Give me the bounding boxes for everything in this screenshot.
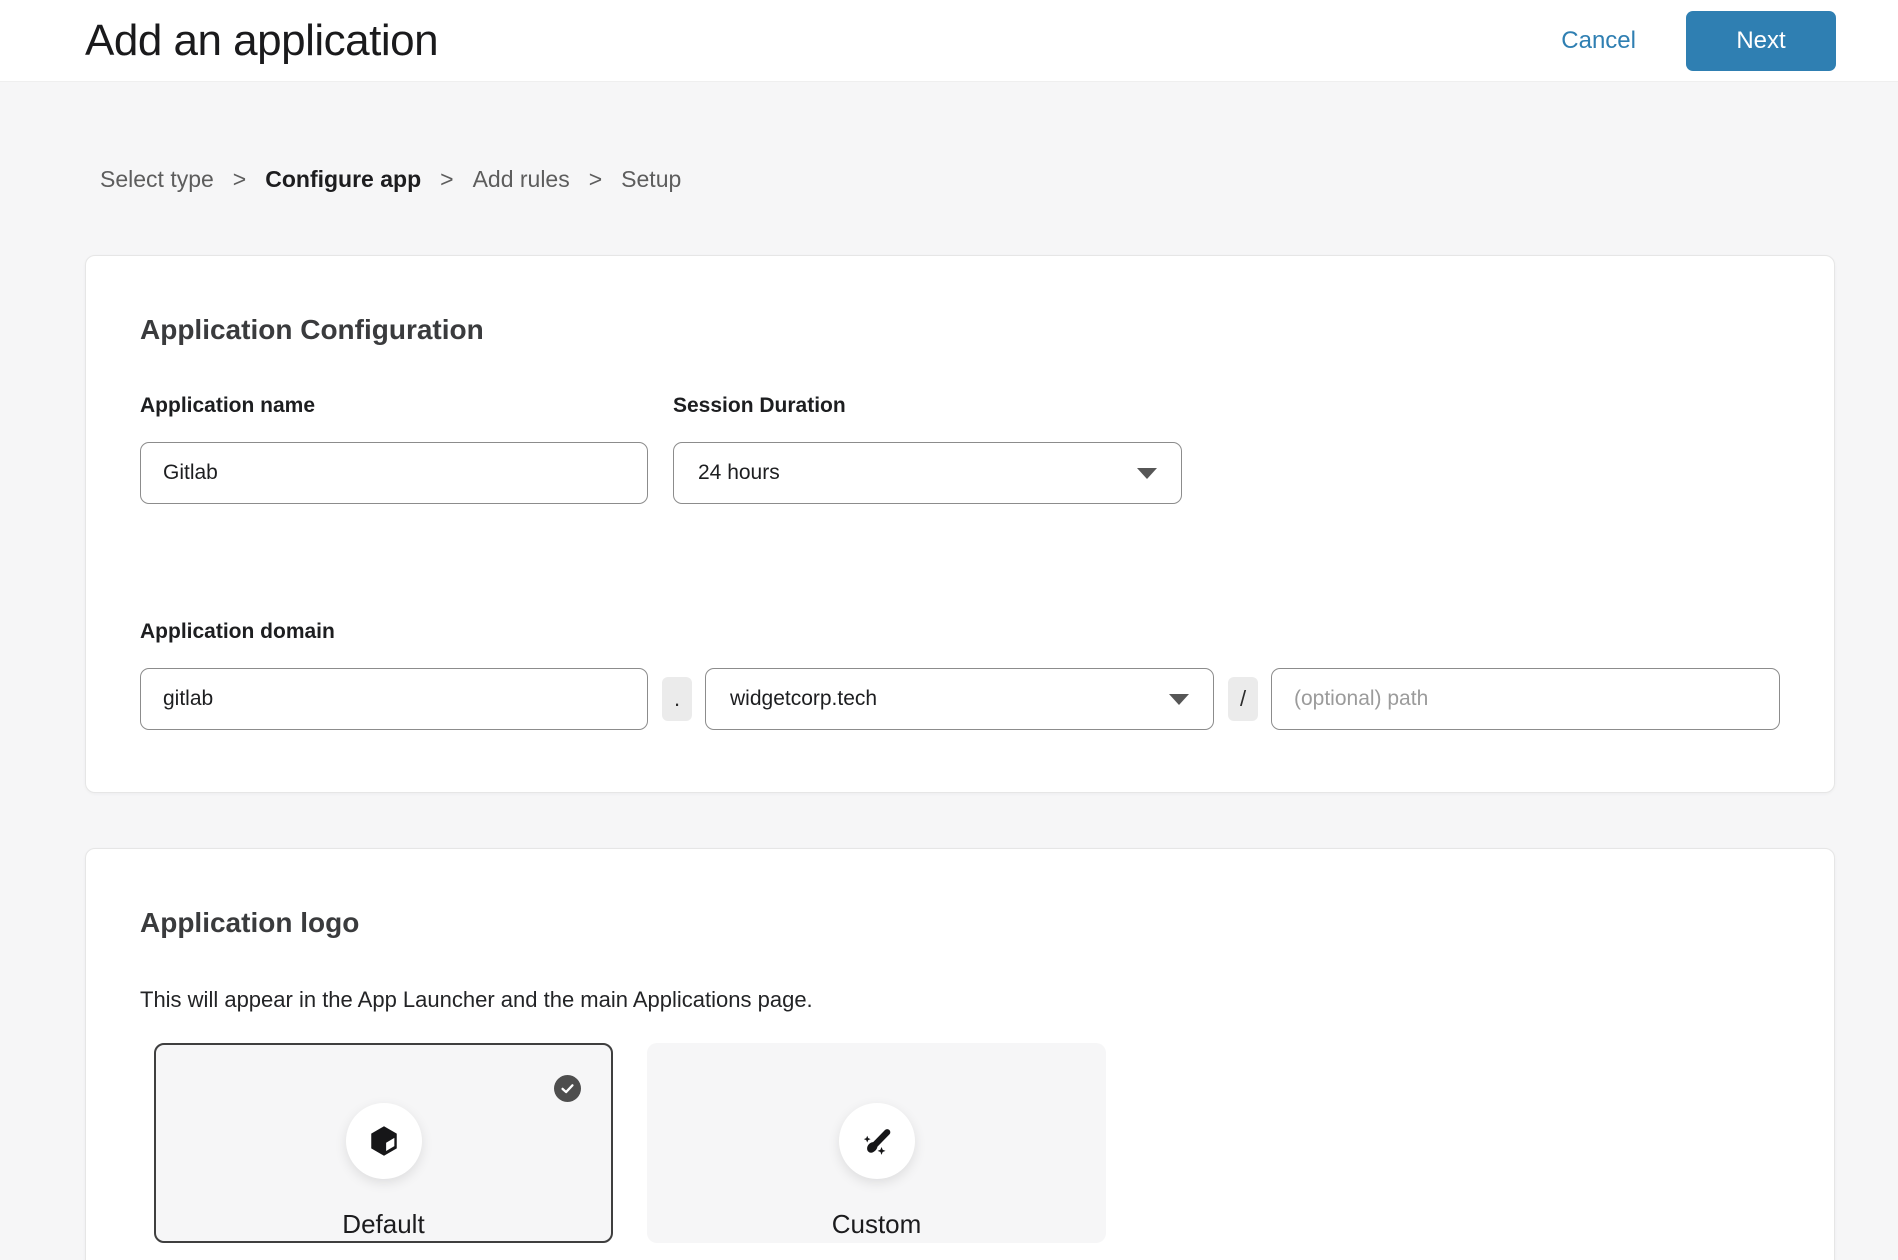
application-domain-label: Application domain xyxy=(140,620,1780,644)
logo-option-custom[interactable]: Custom xyxy=(647,1043,1106,1243)
next-button[interactable]: Next xyxy=(1686,11,1836,71)
logo-option-default[interactable]: Default xyxy=(154,1043,613,1243)
breadcrumb-separator: > xyxy=(440,166,453,193)
application-logo-card: Application logo This will appear in the… xyxy=(85,848,1835,1260)
session-duration-value: 24 hours xyxy=(698,461,780,485)
page-title: Add an application xyxy=(85,16,438,66)
application-name-field: Application name xyxy=(140,394,648,504)
slash-separator: / xyxy=(1228,677,1258,721)
breadcrumb-item-configure-app[interactable]: Configure app xyxy=(265,166,421,193)
custom-logo-circle xyxy=(839,1103,915,1179)
paintbrush-icon xyxy=(860,1124,894,1158)
breadcrumb-item-add-rules[interactable]: Add rules xyxy=(473,166,570,193)
application-configuration-heading: Application Configuration xyxy=(140,314,1780,346)
logo-option-label: Custom xyxy=(649,1209,1104,1240)
session-duration-field: Session Duration 24 hours xyxy=(673,394,1182,504)
dot-separator: . xyxy=(662,677,692,721)
logo-options-row: Default Custom xyxy=(154,1043,1780,1243)
cube-icon xyxy=(367,1124,401,1158)
name-session-row: Application name Session Duration 24 hou… xyxy=(140,394,1780,504)
chevron-down-icon xyxy=(1137,468,1157,479)
application-name-input[interactable] xyxy=(140,442,648,504)
breadcrumb-item-select-type[interactable]: Select type xyxy=(100,166,214,193)
application-logo-description: This will appear in the App Launcher and… xyxy=(140,987,1780,1013)
application-configuration-card: Application Configuration Application na… xyxy=(85,255,1835,793)
default-logo-circle xyxy=(346,1103,422,1179)
top-header: Add an application Cancel Next xyxy=(0,0,1898,82)
breadcrumb-separator: > xyxy=(233,166,246,193)
breadcrumb-separator: > xyxy=(589,166,602,193)
breadcrumb: Select type > Configure app > Add rules … xyxy=(100,166,1898,193)
cancel-button[interactable]: Cancel xyxy=(1561,27,1636,55)
header-actions: Cancel Next xyxy=(1561,11,1836,71)
selected-check-badge xyxy=(554,1075,581,1102)
chevron-down-icon xyxy=(1169,694,1189,705)
path-input[interactable] xyxy=(1271,668,1780,730)
application-logo-heading: Application logo xyxy=(140,907,1780,939)
domain-select[interactable]: widgetcorp.tech xyxy=(705,668,1214,730)
application-domain-row: . widgetcorp.tech / xyxy=(140,668,1780,730)
subdomain-input[interactable] xyxy=(140,668,648,730)
session-duration-select[interactable]: 24 hours xyxy=(673,442,1182,504)
check-icon xyxy=(559,1080,576,1097)
domain-select-value: widgetcorp.tech xyxy=(730,687,877,711)
session-duration-label: Session Duration xyxy=(673,394,1182,418)
application-name-label: Application name xyxy=(140,394,648,418)
logo-option-label: Default xyxy=(156,1209,611,1240)
breadcrumb-item-setup[interactable]: Setup xyxy=(621,166,681,193)
